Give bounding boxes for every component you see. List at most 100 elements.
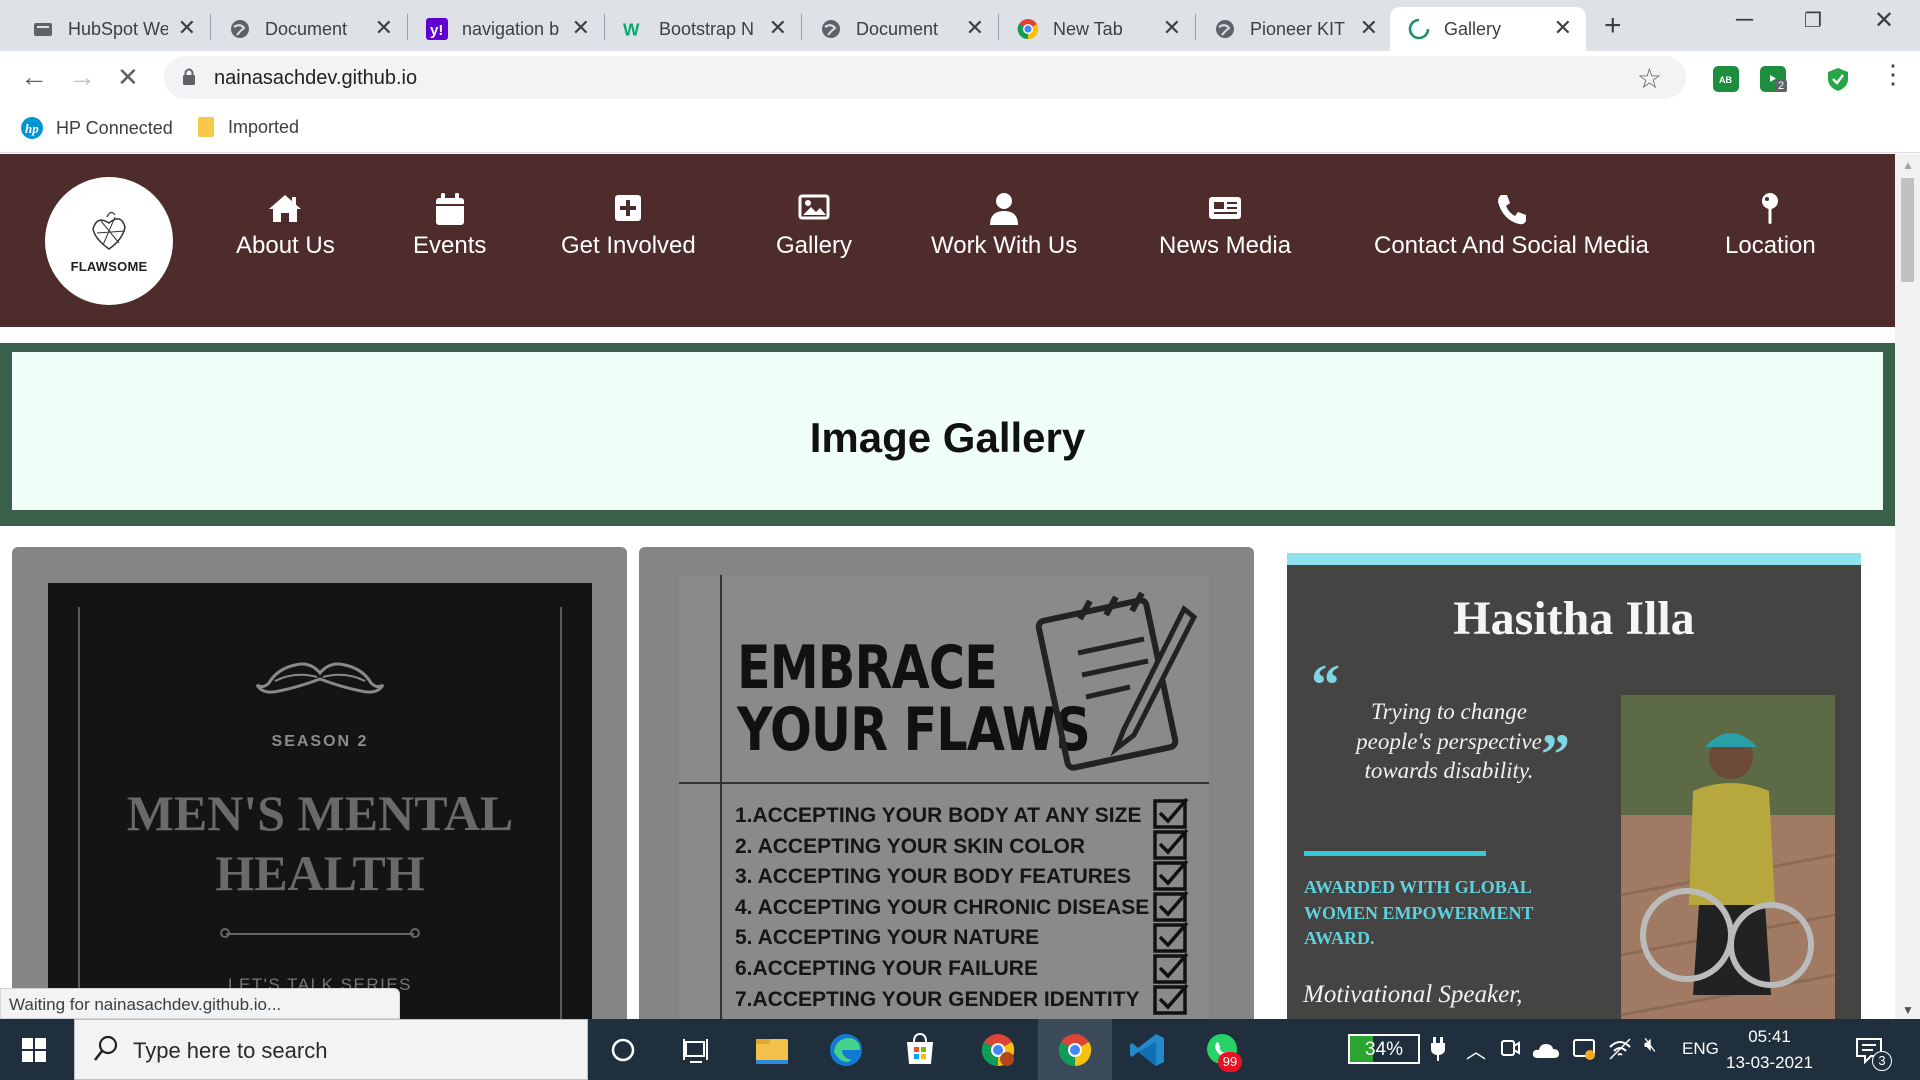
hp-icon: hp <box>21 117 43 139</box>
taskbar-search-box[interactable]: Type here to search <box>74 1019 588 1080</box>
browser-toolbar: ← → ✕ nainasachdev.github.io ☆ AB 2 ⋮ <box>0 51 1920 104</box>
tab-document-2[interactable]: Document ✕ <box>802 7 998 51</box>
nav-about-us[interactable]: About Us <box>236 192 335 260</box>
window-close-icon[interactable]: ✕ <box>1874 6 1894 35</box>
task-view-icon[interactable] <box>676 1030 716 1070</box>
vscode-icon[interactable] <box>1128 1030 1168 1070</box>
tab-gallery[interactable]: Gallery ✕ <box>1390 7 1586 51</box>
minimize-icon[interactable]: ─ <box>1736 6 1753 34</box>
back-icon[interactable]: ← <box>20 61 48 93</box>
open-quote-icon: “ <box>1311 652 1340 717</box>
svg-text:AB: AB <box>1719 75 1732 85</box>
tab-document-1[interactable]: Document ✕ <box>211 7 407 51</box>
tab-title: Gallery <box>1444 18 1502 39</box>
onedrive-icon[interactable] <box>1532 1041 1560 1059</box>
tab-title: HubSpot We <box>68 18 168 39</box>
gallery-card-hasitha-illa[interactable]: Hasitha Illa “ Trying to change people's… <box>1287 553 1861 1019</box>
new-tab-button[interactable]: + <box>1604 9 1622 43</box>
menu-kebab-icon[interactable]: ⋮ <box>1880 59 1906 90</box>
gallery-card-mens-mental-health[interactable]: SEASON 2 MEN'S MENTAL HEALTH LET'S TALK … <box>12 547 627 1019</box>
close-icon[interactable]: ✕ <box>966 17 984 39</box>
language-indicator[interactable]: ENG <box>1682 1039 1719 1059</box>
tab-title: Pioneer KITC <box>1250 18 1346 39</box>
nav-events[interactable]: Events <box>413 192 486 260</box>
chevron-up-icon[interactable]: ︿ <box>1466 1035 1486 1064</box>
tab-title: navigation b <box>462 18 560 39</box>
map-pin-icon <box>1725 192 1816 228</box>
search-icon <box>93 1035 118 1061</box>
poster-horizontal-rule <box>679 782 1209 784</box>
nav-label: Events <box>413 232 487 259</box>
address-bar[interactable]: nainasachdev.github.io ☆ <box>164 56 1686 99</box>
tab-title: Bootstrap N <box>659 18 755 39</box>
scroll-down-icon[interactable]: ▼ <box>1902 1003 1914 1017</box>
close-icon[interactable]: ✕ <box>178 17 196 39</box>
tab-bootstrap[interactable]: W Bootstrap N ✕ <box>605 7 801 51</box>
edge-icon[interactable] <box>826 1030 866 1070</box>
scroll-up-icon[interactable]: ▲ <box>1902 158 1914 172</box>
page-scrollbar[interactable]: ▲ ▼ <box>1895 154 1920 1019</box>
poster-role: Motivational Speaker, <box>1303 981 1523 1008</box>
poster-top-bar <box>1287 553 1861 565</box>
microsoft-store-icon[interactable] <box>900 1030 940 1070</box>
sync-icon[interactable] <box>1572 1037 1596 1061</box>
system-clock[interactable]: 05:41 13-03-2021 <box>1726 1024 1813 1076</box>
forward-icon[interactable]: → <box>68 61 96 93</box>
screen-recorder-extension-icon[interactable]: 2 <box>1760 66 1788 92</box>
tab-new-tab[interactable]: New Tab ✕ <box>999 7 1195 51</box>
file-explorer-icon[interactable] <box>752 1030 792 1070</box>
portrait-photo <box>1621 695 1835 1019</box>
notepad-pencil-icon <box>1035 591 1198 771</box>
nav-label: Contact And Social Media <box>1374 232 1649 259</box>
flaws-list-item: 7.ACCEPTING YOUR GENDER IDENTITY <box>735 987 1140 1011</box>
close-icon[interactable]: ✕ <box>1163 17 1181 39</box>
stop-loading-icon[interactable]: ✕ <box>117 62 139 93</box>
restore-icon[interactable]: ❐ <box>1804 8 1822 33</box>
close-icon[interactable]: ✕ <box>572 17 590 39</box>
mustache-icon <box>255 662 385 694</box>
bookmark-imported[interactable]: Imported <box>196 116 299 138</box>
folder-icon <box>198 117 214 137</box>
close-icon[interactable]: ✕ <box>375 17 393 39</box>
nav-news-media[interactable]: News Media <box>1159 192 1291 260</box>
svg-text:W: W <box>623 19 640 39</box>
page-viewport: FLAWSOME About Us Events Get Involved Ga… <box>0 154 1895 1019</box>
clock-date: 13-03-2021 <box>1726 1053 1813 1072</box>
flawsome-logo[interactable]: FLAWSOME <box>45 177 173 305</box>
shield-extension-icon[interactable] <box>1825 66 1851 92</box>
extension-badge: 2 <box>1775 80 1788 92</box>
windows-start-icon[interactable] <box>22 1038 46 1062</box>
cortana-icon[interactable] <box>603 1030 643 1070</box>
close-icon[interactable]: ✕ <box>769 17 787 39</box>
flaws-list: 1.ACCEPTING YOUR BODY AT ANY SIZE 2. ACC… <box>735 801 1149 1015</box>
bookmark-star-icon[interactable]: ☆ <box>1637 62 1662 95</box>
bookmark-hp-connected[interactable]: hp HP Connected <box>20 116 173 140</box>
wifi-icon[interactable] <box>1608 1037 1632 1061</box>
chrome-profile-icon[interactable] <box>978 1030 1018 1070</box>
site-navbar: FLAWSOME About Us Events Get Involved Ga… <box>0 154 1895 327</box>
volume-muted-icon[interactable]: 🔇︎ <box>1644 1034 1657 1057</box>
bookmark-label: Imported <box>228 116 300 137</box>
phone-icon <box>1374 192 1649 228</box>
nav-work-with-us[interactable]: Work With Us <box>931 192 1077 260</box>
nav-gallery[interactable]: Gallery <box>776 192 852 260</box>
poster-embrace-your-flaws: EMBRACE YOUR FLAWS 1.ACCEPTING YOUR BODY… <box>679 575 1209 1019</box>
nav-get-involved[interactable]: Get Involved <box>561 192 696 260</box>
adblock-extension-icon[interactable]: AB <box>1713 66 1739 92</box>
meet-now-icon[interactable] <box>1500 1037 1520 1061</box>
svg-text:y!: y! <box>430 22 443 39</box>
nav-contact-social[interactable]: Contact And Social Media <box>1374 192 1649 260</box>
close-icon[interactable]: ✕ <box>1554 17 1572 39</box>
flaws-list-item: 4. ACCEPTING YOUR CHRONIC DISEASE <box>735 895 1150 919</box>
bookmarks-bar: hp HP Connected Imported <box>0 104 1920 153</box>
poster-divider <box>226 933 414 935</box>
chrome-icon[interactable] <box>1055 1030 1095 1070</box>
scrollbar-thumb[interactable] <box>1901 178 1914 282</box>
close-icon[interactable]: ✕ <box>1360 17 1378 39</box>
gallery-card-embrace-your-flaws[interactable]: EMBRACE YOUR FLAWS 1.ACCEPTING YOUR BODY… <box>639 547 1254 1019</box>
tab-hubspot[interactable]: HubSpot We ✕ <box>14 7 210 51</box>
tab-pioneer[interactable]: Pioneer KITC ✕ <box>1196 7 1392 51</box>
battery-indicator[interactable]: 34% <box>1348 1034 1420 1064</box>
tab-yahoo[interactable]: y! navigation b ✕ <box>408 7 604 51</box>
nav-location[interactable]: Location <box>1725 192 1816 260</box>
